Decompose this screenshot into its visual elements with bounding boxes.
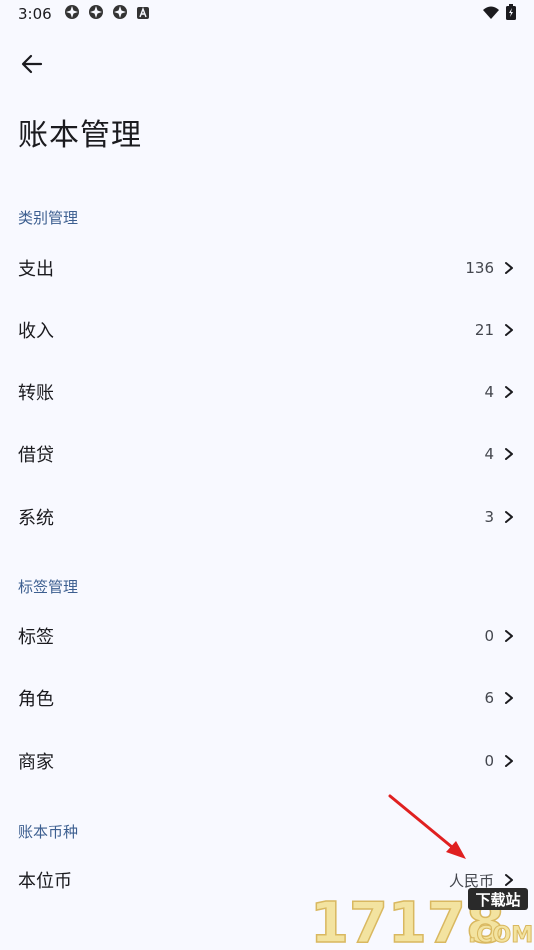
chevron-right-icon (505, 755, 513, 767)
list-item-label: 本位币 (18, 871, 72, 892)
list-item-label: 转账 (18, 383, 54, 404)
list-item-tags[interactable]: 标签 0 (0, 605, 534, 667)
chevron-right-icon (505, 692, 513, 704)
list-item-count: 21 (474, 321, 494, 339)
status-right (482, 4, 516, 24)
annotation-arrow-icon (388, 794, 466, 859)
list-item-count: 136 (465, 259, 494, 277)
list-item-label: 系统 (18, 508, 54, 529)
chevron-right-icon (505, 262, 513, 274)
list-item-label: 支出 (18, 259, 54, 280)
page-title: 账本管理 (18, 118, 142, 153)
list-item-system[interactable]: 系统 3 (0, 486, 534, 548)
list-item-income[interactable]: 收入 21 (0, 299, 534, 361)
wifi-icon (482, 5, 500, 24)
list-item-merchants[interactable]: 商家 0 (0, 730, 534, 792)
status-bar: 3:06 (0, 0, 534, 28)
list-item-count: 4 (484, 383, 494, 401)
list-item-label: 借贷 (18, 445, 54, 466)
back-button[interactable] (12, 44, 52, 84)
list-item-count: 4 (484, 445, 494, 463)
chevron-right-icon (505, 386, 513, 398)
list-item-label: 角色 (18, 689, 54, 710)
list-item-count: 0 (484, 752, 494, 770)
app-notification-icon (88, 4, 104, 24)
app-notification-icon (112, 4, 128, 24)
watermark-logo: 17178 下载站 .COM (304, 880, 534, 950)
list-item-count: 6 (484, 689, 494, 707)
list-item-loan[interactable]: 借贷 4 (0, 423, 534, 485)
section-header-category: 类别管理 (18, 209, 79, 227)
list-item-count: 0 (484, 627, 494, 645)
chevron-right-icon (505, 324, 513, 336)
battery-icon (506, 4, 516, 24)
list-item-label: 收入 (18, 321, 54, 342)
list-item-transfer[interactable]: 转账 4 (0, 361, 534, 423)
watermark-domain: .COM (468, 923, 533, 948)
chevron-right-icon (505, 630, 513, 642)
section-header-tags: 标签管理 (18, 578, 79, 596)
status-time: 3:06 (18, 5, 52, 23)
chevron-right-icon (505, 511, 513, 523)
app-notification-icon (64, 4, 80, 24)
list-item-count: 3 (484, 508, 494, 526)
list-item-expense[interactable]: 支出 136 (0, 237, 534, 299)
arrow-left-icon (21, 54, 43, 74)
section-header-currency: 账本币种 (18, 823, 79, 841)
chevron-right-icon (505, 448, 513, 460)
keyboard-a-icon (136, 5, 150, 24)
list-item-label: 商家 (18, 752, 54, 773)
watermark-badge: 下载站 (475, 891, 520, 909)
list-item-roles[interactable]: 角色 6 (0, 667, 534, 729)
list-item-label: 标签 (18, 627, 54, 648)
